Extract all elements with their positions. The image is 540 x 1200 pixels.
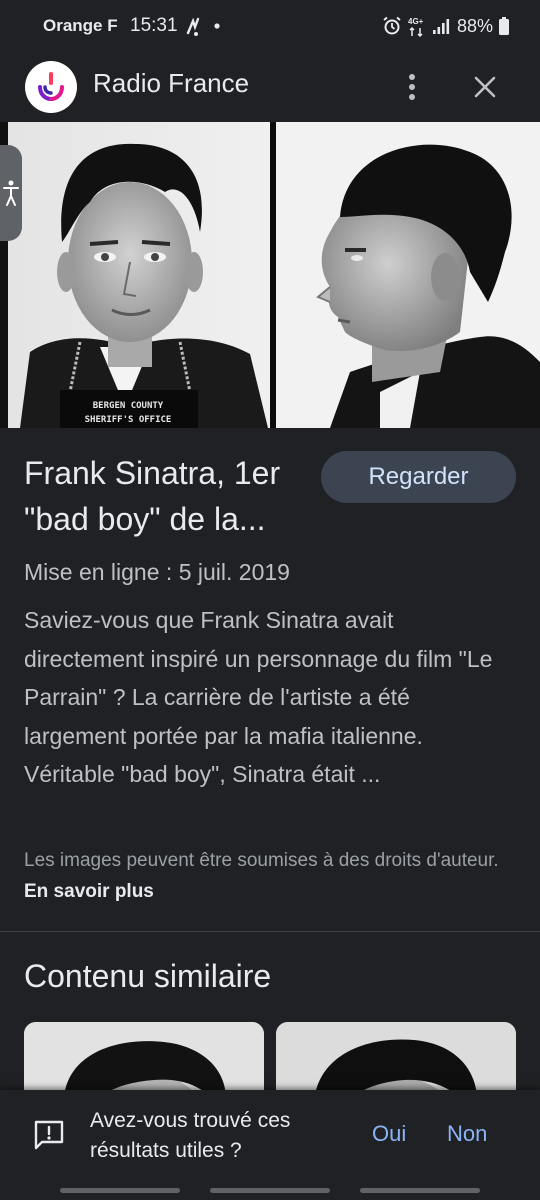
navigation-bar xyxy=(0,1180,540,1200)
page: Orange F 15:31 4G+ 88% Radio France BERG… xyxy=(0,0,540,1200)
radio-france-logo-icon xyxy=(25,61,77,113)
section-divider xyxy=(0,931,540,932)
result-image[interactable]: BERGEN COUNTY SHERIFF'S OFFICE xyxy=(0,122,540,428)
result-title: Frank Sinatra, 1er "bad boy" de la... xyxy=(24,455,281,537)
mugshot-image: BERGEN COUNTY SHERIFF'S OFFICE xyxy=(0,122,540,428)
carrier-name: Orange F xyxy=(43,16,118,35)
learn-more-link[interactable]: En savoir plus xyxy=(24,881,154,902)
feedback-question: Avez-vous trouvé ces résultats utiles ? xyxy=(90,1109,291,1162)
nav-pill-center[interactable] xyxy=(210,1188,330,1193)
copyright-notice: Les images peuvent être soumises à des d… xyxy=(24,845,519,907)
battery-icon xyxy=(499,17,509,35)
nav-pill-right[interactable] xyxy=(360,1188,480,1193)
source-title: Radio France xyxy=(93,68,250,98)
status-icons: 4G+ 88% xyxy=(382,13,510,39)
accessibility-icon xyxy=(3,180,19,206)
feedback-no-button[interactable]: Non xyxy=(447,1121,487,1147)
source-header: Radio France xyxy=(0,52,540,122)
more-options-button[interactable] xyxy=(396,66,428,108)
alarm-icon xyxy=(383,16,401,35)
svg-text:4G+: 4G+ xyxy=(408,17,424,26)
network-type-icon: 4G+ xyxy=(408,17,424,37)
feedback-icon xyxy=(34,1120,64,1150)
watch-button[interactable]: Regarder xyxy=(321,451,516,503)
signal-icon xyxy=(432,19,450,34)
notification-icons xyxy=(186,17,220,36)
accessibility-button[interactable] xyxy=(0,145,22,241)
feedback-bar: Avez-vous trouvé ces résultats utiles ? … xyxy=(0,1090,540,1180)
close-button[interactable] xyxy=(466,66,504,108)
sign-text-line-2: SHERIFF'S OFFICE xyxy=(85,415,172,425)
battery-percent: 88% xyxy=(456,15,493,36)
status-bar: Orange F 15:31 4G+ 88% xyxy=(0,0,540,52)
publish-date: Mise en ligne : 5 juil. 2019 xyxy=(24,559,290,585)
result-description: Saviez-vous que Frank Sinatra avait dire… xyxy=(24,607,493,787)
status-time: 15:31 xyxy=(130,15,178,36)
similar-content-heading: Contenu similaire xyxy=(24,958,272,994)
sign-text-line-1: BERGEN COUNTY xyxy=(93,401,164,411)
nav-pill-left[interactable] xyxy=(60,1188,180,1193)
close-icon xyxy=(474,76,496,98)
more-vert-icon xyxy=(409,74,415,100)
feedback-yes-button[interactable]: Oui xyxy=(372,1121,406,1147)
copyright-text: Les images peuvent être soumises à des d… xyxy=(24,850,499,871)
